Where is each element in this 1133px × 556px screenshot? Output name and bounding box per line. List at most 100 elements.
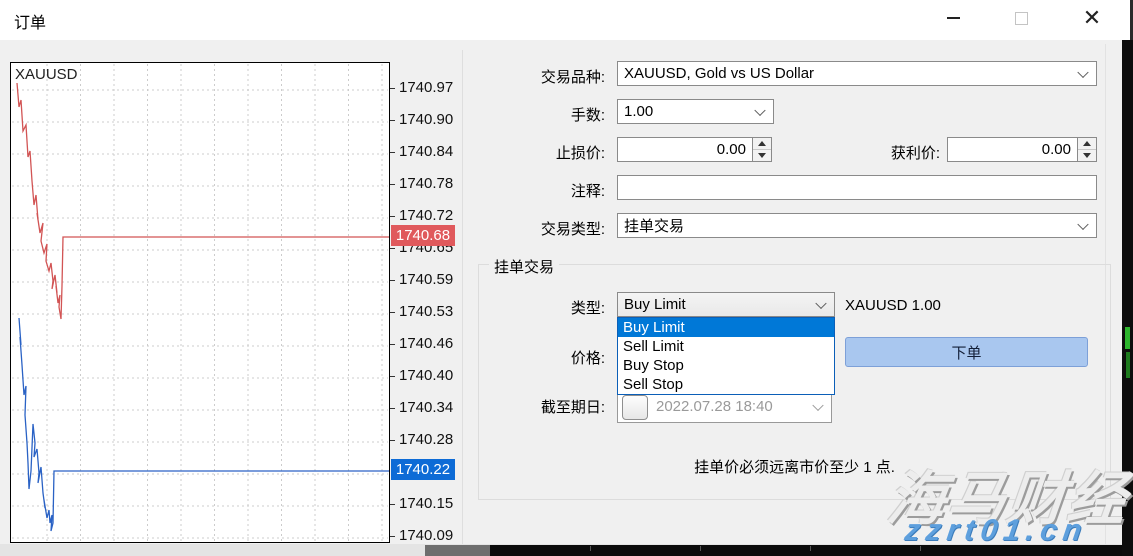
axis-tick [390, 184, 395, 185]
axis-tick [390, 280, 395, 281]
order-type-option[interactable]: Buy Limit [618, 318, 834, 337]
takeprofit-value: 0.00 [1042, 141, 1071, 158]
stoploss-label: 止损价: [475, 142, 605, 163]
stoploss-input[interactable]: 0.00 [617, 137, 753, 162]
trade-type-label: 交易类型: [475, 218, 605, 239]
axis-tick [390, 216, 395, 217]
order-type-label: 类型: [475, 297, 605, 318]
chevron-down-icon [812, 400, 823, 411]
time-tick [590, 546, 591, 551]
minimize-icon [947, 17, 960, 19]
maximize-icon [1015, 12, 1028, 25]
symbol-select[interactable]: XAUUSD, Gold vs US Dollar [617, 61, 1097, 86]
axis-tick [390, 408, 395, 409]
axis-price-label: 1740.97 [399, 79, 453, 96]
chevron-down-icon [754, 104, 765, 115]
chart-canvas [11, 63, 389, 542]
close-button[interactable]: ✕ [1066, 0, 1118, 36]
takeprofit-input[interactable]: 0.00 [947, 137, 1078, 162]
axis-price-label: 1740.34 [399, 399, 453, 416]
expiry-value: 2022.07.28 18:40 [656, 398, 773, 415]
pending-price-hint: 挂单价必须远离市价至少 1 点. [478, 456, 1111, 477]
axis-tick [390, 312, 395, 313]
chevron-down-icon [1077, 66, 1088, 77]
order-type-value: Buy Limit [624, 296, 686, 313]
expiry-label: 截至期日: [475, 396, 605, 417]
trade-type-select[interactable]: 挂单交易 [617, 213, 1097, 238]
axis-price-label: 1740.46 [399, 335, 453, 352]
symbol-value: XAUUSD, Gold vs US Dollar [624, 65, 814, 82]
axis-tick [390, 536, 395, 537]
arrow-up-icon [758, 141, 766, 146]
arrow-up-icon [1083, 141, 1091, 146]
order-type-option[interactable]: Sell Limit [618, 337, 834, 356]
axis-tick [390, 376, 395, 377]
chevron-down-icon [815, 297, 826, 308]
step-up-button[interactable] [1078, 138, 1096, 150]
title-bar: 订单 ✕ [0, 0, 1133, 40]
close-icon: ✕ [1083, 5, 1101, 31]
candle-mark [1126, 352, 1130, 378]
scrollbar-thumb[interactable] [425, 545, 490, 556]
bid-price-tag: 1740.22 [391, 459, 455, 480]
candle-mark [1125, 327, 1130, 349]
order-type-select[interactable]: Buy Limit [617, 292, 835, 317]
window-title: 订单 [14, 9, 46, 33]
takeprofit-stepper[interactable] [1077, 137, 1097, 162]
axis-price-label: 1740.72 [399, 207, 453, 224]
tick-chart: XAUUSD [10, 62, 390, 543]
step-down-button[interactable] [753, 150, 771, 161]
chevron-down-icon [1077, 218, 1088, 229]
time-tick [700, 546, 701, 551]
maximize-button[interactable] [998, 0, 1044, 36]
step-up-button[interactable] [753, 138, 771, 150]
volume-value: 1.00 [624, 103, 653, 120]
bid-line [19, 318, 389, 531]
ask-line [17, 83, 389, 319]
divider [462, 50, 463, 544]
expiry-field[interactable]: 2022.07.28 18:40 [617, 391, 832, 423]
step-down-button[interactable] [1078, 150, 1096, 161]
axis-price-label: 1740.78 [399, 175, 453, 192]
axis-tick [390, 120, 395, 121]
arrow-down-icon [758, 153, 766, 158]
chart-grid [12, 64, 388, 541]
minimize-button[interactable] [930, 0, 976, 36]
price-label: 价格: [475, 347, 605, 368]
comment-input[interactable] [617, 175, 1097, 200]
place-order-button[interactable]: 下单 [845, 337, 1088, 367]
watermark-url: zzrt01.cn [903, 514, 1090, 548]
axis-price-label: 1740.15 [399, 495, 453, 512]
axis-tick [390, 88, 395, 89]
axis-tick [390, 152, 395, 153]
volume-label: 手数: [475, 104, 605, 125]
stoploss-stepper[interactable] [752, 137, 772, 162]
comment-label: 注释: [475, 180, 605, 201]
axis-tick [390, 504, 395, 505]
takeprofit-label: 获利价: [810, 142, 940, 163]
order-type-option[interactable]: Sell Stop [618, 375, 834, 394]
symbol-label: 交易品种: [475, 66, 605, 87]
time-axis-strip [490, 545, 1133, 556]
arrow-down-icon [1083, 153, 1091, 158]
stoploss-value: 0.00 [717, 141, 746, 158]
pending-order-group-title: 挂单交易 [489, 256, 559, 277]
order-type-option[interactable]: Buy Stop [618, 356, 834, 375]
axis-tick [390, 248, 395, 249]
background-chart-strip [1122, 40, 1133, 556]
price-axis: 1740.68 1740.22 1740.97 1740.90 1740.84 174… [390, 0, 462, 556]
axis-price-label: 1740.28 [399, 431, 453, 448]
ask-price-tag: 1740.68 [391, 225, 455, 246]
background-time-axis [0, 544, 1133, 556]
time-tick [920, 546, 921, 551]
axis-price-label: 1740.90 [399, 111, 453, 128]
expiry-checkbox[interactable] [622, 395, 648, 420]
volume-select[interactable]: 1.00 [617, 99, 774, 124]
time-tick [810, 546, 811, 551]
order-type-listbox[interactable]: Buy LimitSell LimitBuy StopSell Stop [617, 317, 835, 395]
axis-price-label: 1740.40 [399, 367, 453, 384]
order-info-text: XAUUSD 1.00 [845, 297, 941, 314]
axis-price-label: 1740.84 [399, 143, 453, 160]
chart-symbol-label: XAUUSD [15, 66, 78, 83]
axis-tick [390, 440, 395, 441]
